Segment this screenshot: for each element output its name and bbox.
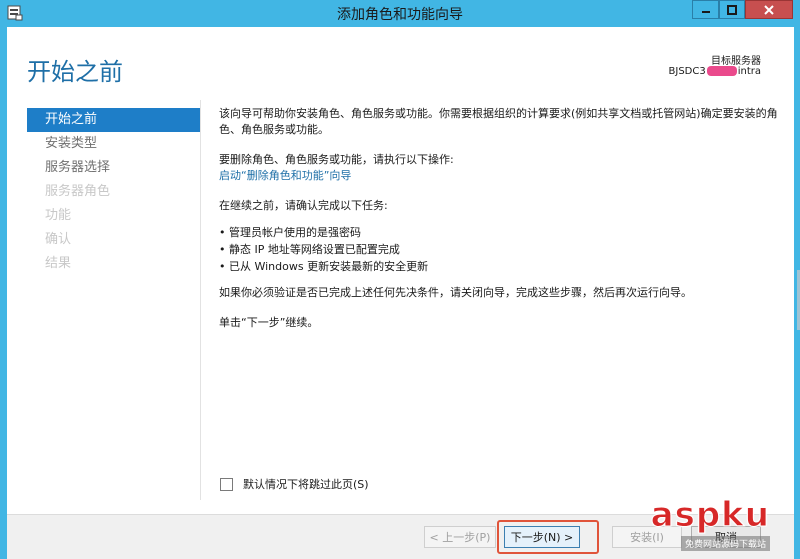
nav-item-server-selection[interactable]: 服务器选择 [27,156,201,180]
remove-instruction: 要删除角色、角色服务或功能，请执行以下操作: [219,153,454,166]
close-button[interactable] [745,0,793,19]
remove-roles-link[interactable]: 启动“删除角色和功能”向导 [219,168,779,184]
skip-page-checkbox[interactable] [220,477,233,491]
title-bar[interactable]: 添加角色和功能向导 [0,0,800,26]
intro-text: 该向导可帮助你安装角色、角色服务或功能。你需要根据组织的计算要求(例如共享文档或… [219,107,778,136]
target-server-label: 目标服务器 [711,56,761,67]
before-continue-text: 在继续之前，请确认完成以下任务: [219,199,388,212]
skip-page-option[interactable]: 默认情况下将跳过此页(S) [220,476,369,492]
wizard-content: 该向导可帮助你安装角色、角色服务或功能。你需要根据组织的计算要求(例如共享文档或… [219,106,779,331]
minimize-button[interactable] [692,0,719,19]
install-button[interactable]: 安装(I) [612,526,682,548]
click-next-text: 单击“下一步”继续。 [219,316,319,329]
nav-item-confirmation: 确认 [45,232,72,247]
maximize-icon [727,4,737,15]
list-item: 静态 IP 地址等网络设置已配置完成 [219,241,779,258]
wizard-client-area: 开始之前 目标服务器 BJSDC3 intra 开始之前 安装类型 服务器选择 服… [7,27,794,559]
server-name-suffix: intra [737,66,761,77]
nav-item-installation-type[interactable]: 安装类型 [27,132,201,156]
task-list: 管理员帐户使用的是强密码 静态 IP 地址等网络设置已配置完成 已从 Windo… [219,224,779,275]
wizard-nav: 开始之前 安装类型 服务器选择 服务器角色 功能 确认 结果 [27,108,201,276]
verify-note: 如果你必须验证是否已完成上述任何先决条件，请关闭向导，完成这些步骤，然后再次运行… [219,286,692,299]
server-name-prefix: BJSDC3 [668,66,706,77]
list-item: 已从 Windows 更新安装最新的安全更新 [219,258,779,275]
minimize-icon [701,10,710,13]
nav-item-results: 结果 [45,256,72,271]
close-icon [764,4,774,15]
window-title: 添加角色和功能向导 [337,7,463,23]
target-server-name: BJSDC3 intra [669,66,761,77]
nav-item-server-roles: 服务器角色 [45,184,111,199]
maximize-button[interactable] [719,0,745,19]
previous-button[interactable]: < 上一步(P) [424,526,496,548]
nav-item-before-you-begin[interactable]: 开始之前 [27,108,201,132]
page-title: 开始之前 [27,58,123,86]
wizard-footer: < 上一步(P) 下一步(N) > 安装(I) 取消 [7,514,794,559]
nav-item-features: 功能 [45,208,72,223]
list-item: 管理员帐户使用的是强密码 [219,224,779,241]
next-button[interactable]: 下一步(N) > [504,526,580,548]
wizard-window: 添加角色和功能向导 开始之前 目标服务器 BJSDC3 intra 开始之前 安装… [0,0,800,559]
skip-page-label: 默认情况下将跳过此页(S) [243,478,369,491]
nav-divider [200,100,201,500]
cancel-button[interactable]: 取消 [691,526,761,548]
redaction-mark [706,66,737,76]
